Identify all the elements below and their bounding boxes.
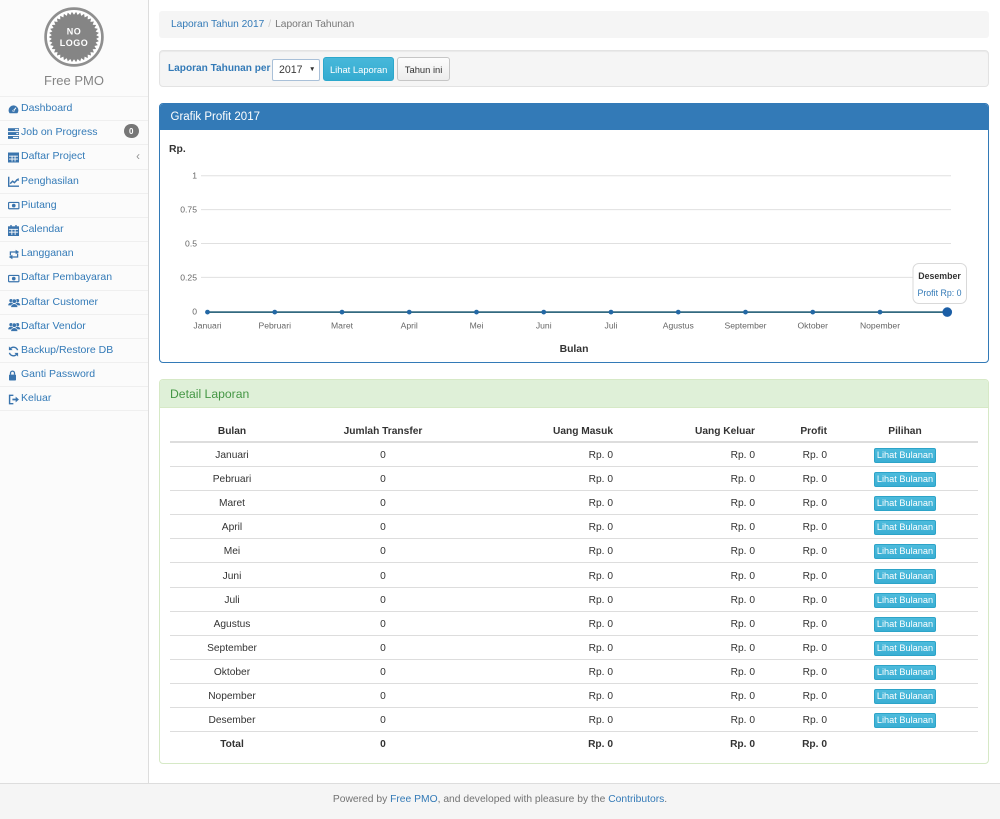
svg-text:LOGO: LOGO (60, 38, 89, 48)
svg-text:Rp.: Rp. (169, 144, 186, 155)
svg-text:Juli: Juli (605, 321, 618, 331)
svg-text:Bulan: Bulan (560, 344, 589, 355)
svg-text:Nopember: Nopember (860, 321, 900, 331)
svg-text:Maret: Maret (331, 321, 354, 331)
svg-text:0.25: 0.25 (180, 272, 197, 282)
svg-text:Pebruari: Pebruari (259, 321, 292, 331)
svg-text:Januari: Januari (193, 321, 221, 331)
svg-text:April: April (401, 321, 418, 331)
svg-text:0.75: 0.75 (180, 205, 197, 215)
svg-text:Agustus: Agustus (663, 321, 694, 331)
svg-text:NO: NO (67, 27, 82, 37)
svg-text:1: 1 (192, 171, 197, 181)
svg-text:Profit Rp: 0: Profit Rp: 0 (917, 288, 961, 298)
svg-text:Juni: Juni (536, 321, 552, 331)
svg-text:0.5: 0.5 (185, 239, 197, 249)
svg-text:0: 0 (192, 306, 197, 316)
svg-text:Mei: Mei (470, 321, 484, 331)
svg-text:Desember: Desember (918, 271, 961, 281)
svg-text:September: September (724, 321, 766, 331)
svg-text:Oktober: Oktober (797, 321, 828, 331)
